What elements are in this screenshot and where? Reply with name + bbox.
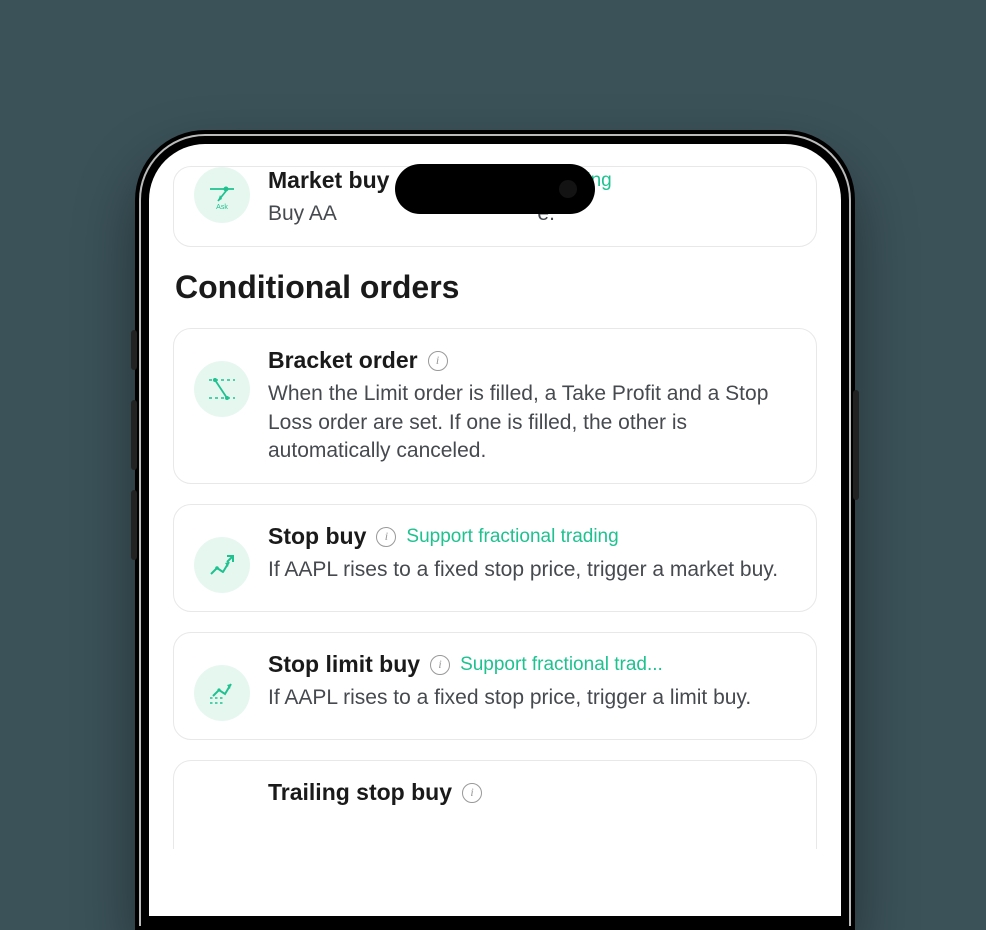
phone-side-button — [131, 400, 137, 470]
info-icon[interactable]: i — [462, 783, 482, 803]
order-title: Trailing stop buy — [268, 779, 452, 806]
stop-limit-buy-icon — [194, 665, 250, 721]
market-buy-icon: Ask — [194, 167, 250, 223]
order-title: Market buy — [268, 167, 389, 194]
info-icon[interactable]: i — [428, 351, 448, 371]
info-icon[interactable]: i — [376, 527, 396, 547]
stop-buy-icon — [194, 537, 250, 593]
order-card-stop-limit-buy[interactable]: Stop limit buy i Support fractional trad… — [173, 632, 817, 740]
order-title: Stop limit buy — [268, 651, 420, 678]
order-description: If AAPL rises to a fixed stop price, tri… — [268, 556, 796, 584]
order-description: If AAPL rises to a fixed stop price, tri… — [268, 684, 796, 712]
phone-side-button — [131, 490, 137, 560]
order-card-trailing-stop-buy[interactable]: Trailing stop buy i — [173, 760, 817, 849]
fractional-badge: Support fractional trading — [406, 526, 618, 548]
info-icon[interactable]: i — [430, 655, 450, 675]
phone-side-button — [853, 390, 859, 500]
phone-frame: Ask Market buy Support fractional tradin… — [135, 130, 855, 930]
svg-text:Ask: Ask — [216, 204, 228, 211]
order-title: Stop buy — [268, 523, 366, 550]
fractional-badge: Support fractional trad... — [460, 654, 796, 676]
section-title-conditional: Conditional orders — [175, 269, 817, 306]
order-title: Bracket order — [268, 347, 418, 374]
screen: Ask Market buy Support fractional tradin… — [149, 144, 841, 916]
dynamic-island — [395, 164, 595, 214]
order-card-bracket[interactable]: Bracket order i When the Limit order is … — [173, 328, 817, 484]
order-description: When the Limit order is filled, a Take P… — [268, 380, 796, 465]
phone-side-button — [131, 330, 137, 370]
bracket-order-icon — [194, 361, 250, 417]
order-card-stop-buy[interactable]: Stop buy i Support fractional trading If… — [173, 504, 817, 612]
